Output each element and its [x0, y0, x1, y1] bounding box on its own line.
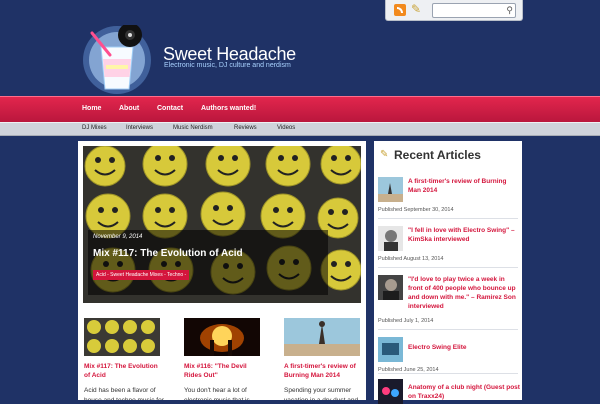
nav-about[interactable]: About [119, 105, 139, 112]
subnav-reviews[interactable]: Reviews [234, 125, 257, 131]
pencil-icon[interactable]: ✎ [411, 3, 424, 16]
post-thumbnail[interactable] [84, 318, 160, 356]
sidebar-link[interactable]: "I'd love to play twice a week in front … [408, 275, 520, 311]
subnav-music-nerdism[interactable]: Music Nerdism [173, 125, 213, 131]
divider [378, 267, 518, 268]
subnav-videos[interactable]: Videos [277, 125, 295, 131]
hero-caption: November 9, 2014 Mix #117: The Evolution… [88, 230, 328, 295]
sidebar-link[interactable]: Anatomy of a club night (Guest post on T… [408, 383, 520, 401]
post-card[interactable]: Mix #117: The Evolution of Acid Acid has… [84, 313, 164, 400]
nav-home[interactable]: Home [82, 105, 101, 112]
post-card[interactable]: Mix #116: "The Devil Rides Out" You don'… [184, 313, 264, 400]
sidebar-thumbnail[interactable] [378, 379, 403, 404]
post-title[interactable]: Mix #116: "The Devil Rides Out" [184, 362, 264, 380]
rss-icon[interactable] [394, 4, 406, 16]
main-nav: Home About Contact Authors wanted! [0, 96, 600, 124]
divider [378, 329, 518, 330]
hero-date: November 9, 2014 [93, 234, 143, 240]
header: ✎ ⚲ Sweet Headache Electronic music, DJ … [0, 0, 600, 94]
subnav-dj-mixes[interactable]: DJ Mixes [82, 125, 107, 131]
sidebar-meta: Published August 13, 2014 [378, 256, 444, 262]
sub-nav: DJ Mixes Interviews Music Nerdism Review… [0, 122, 600, 136]
nav-authors-wanted[interactable]: Authors wanted! [201, 105, 256, 112]
post-excerpt: Spending your summer vacation in a dry d… [284, 387, 358, 400]
sidebar-heading: Recent Articles [394, 148, 481, 162]
sidebar-meta: Published September 30, 2014 [378, 207, 454, 213]
sidebar-thumbnail[interactable] [378, 226, 403, 251]
sidebar-meta: Published July 1, 2014 [378, 318, 434, 324]
featured-slider[interactable]: November 9, 2014 Mix #117: The Evolution… [83, 146, 361, 303]
sidebar-thumbnail[interactable] [378, 275, 403, 300]
post-title[interactable]: A first-timer's review of Burning Man 20… [284, 362, 364, 380]
sidebar-link[interactable]: Electro Swing Elite [408, 343, 520, 352]
post-list: Mix #117: The Evolution of Acid Acid has… [78, 313, 366, 400]
sidebar-thumbnail[interactable] [378, 177, 403, 202]
post-excerpt: Acid has been a flavor of house and tech… [84, 387, 164, 400]
post-title[interactable]: Mix #117: The Evolution of Acid [84, 362, 164, 380]
sidebar-thumbnail[interactable] [378, 337, 403, 362]
divider [378, 373, 518, 374]
notepad-icon: ✎ [380, 149, 389, 160]
sidebar-link[interactable]: "I fell in love with Electro Swing" – Ki… [408, 226, 520, 244]
subnav-interviews[interactable]: Interviews [126, 125, 153, 131]
sidebar-link[interactable]: A first-timer's review of Burning Man 20… [408, 177, 520, 195]
search-icon[interactable]: ⚲ [506, 4, 513, 17]
sidebar: ✎ Recent Articles A first-timer's review… [374, 141, 522, 404]
post-card[interactable]: A first-timer's review of Burning Man 20… [284, 313, 364, 400]
post-thumbnail[interactable] [284, 318, 360, 356]
site-tagline: Electronic music, DJ culture and nerdism [164, 62, 291, 69]
hero-title[interactable]: Mix #117: The Evolution of Acid [93, 248, 243, 259]
post-excerpt: You don't hear a lot of electronic music… [184, 387, 250, 400]
hero-tags[interactable]: Acid - Sweet Headache Mixes - Techno - [93, 270, 190, 280]
search-input[interactable]: ⚲ [432, 3, 516, 18]
utility-bar: ✎ ⚲ [385, 0, 523, 21]
divider [378, 218, 518, 219]
logo-icon[interactable] [82, 25, 152, 95]
post-thumbnail[interactable] [184, 318, 260, 356]
main-content: November 9, 2014 Mix #117: The Evolution… [78, 141, 366, 400]
nav-contact[interactable]: Contact [157, 105, 183, 112]
